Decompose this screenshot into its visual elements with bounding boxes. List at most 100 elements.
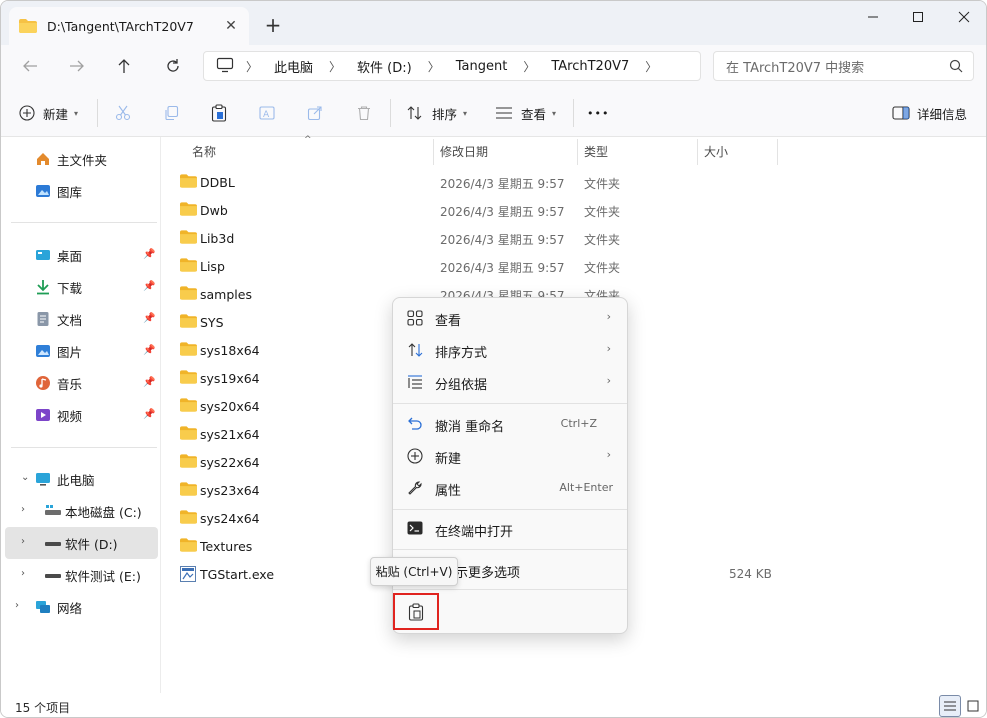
menu-item-new[interactable]: 新建 › bbox=[397, 440, 625, 472]
folder-icon bbox=[19, 19, 37, 33]
file-name: Textures bbox=[200, 539, 253, 554]
sidebar-item-pictures[interactable]: 图片 📌 bbox=[1, 335, 157, 367]
sidebar-item-music[interactable]: 音乐 📌 bbox=[1, 367, 157, 399]
close-tab-icon[interactable]: ✕ bbox=[219, 14, 243, 38]
sidebar-item-documents[interactable]: 文档 📌 bbox=[1, 303, 157, 335]
search-input[interactable]: 在 TArchT20V7 中搜索 bbox=[713, 51, 974, 81]
column-divider[interactable] bbox=[577, 139, 578, 165]
exe-file-icon bbox=[180, 566, 196, 585]
back-button[interactable] bbox=[15, 53, 45, 79]
file-name: Dwb bbox=[200, 203, 228, 218]
chevron-right-icon[interactable]: › bbox=[15, 600, 19, 611]
column-header-type[interactable]: 类型 bbox=[584, 137, 608, 165]
menu-item-undo[interactable]: 撤消 重命名 Ctrl+Z bbox=[397, 408, 625, 440]
details-view-button[interactable] bbox=[939, 695, 961, 717]
rename-button[interactable]: A bbox=[259, 101, 277, 125]
paste-toolbar-button[interactable] bbox=[211, 101, 227, 125]
breadcrumb-this-pc[interactable]: 此电脑 bbox=[270, 57, 317, 76]
delete-button[interactable] bbox=[356, 101, 372, 125]
sidebar-item-drive-e[interactable]: › 软件测试 (E:) bbox=[1, 559, 157, 591]
sidebar-item-this-pc[interactable]: ⌄ 此电脑 bbox=[1, 463, 157, 495]
sidebar-item-home[interactable]: 主文件夹 bbox=[1, 143, 157, 175]
column-divider[interactable] bbox=[777, 139, 778, 165]
drive-icon bbox=[45, 505, 61, 515]
sort-icon bbox=[408, 343, 423, 357]
download-icon bbox=[37, 280, 49, 295]
new-tab-button[interactable]: + bbox=[259, 11, 287, 39]
menu-item-group-by[interactable]: 分组依据 › bbox=[397, 366, 625, 398]
chevron-right-icon[interactable]: › bbox=[21, 568, 25, 579]
table-row[interactable]: Lib3d 2026/4/3 星期五 9:57 文件夹 bbox=[161, 224, 986, 252]
file-name: sys18x64 bbox=[200, 343, 260, 358]
sidebar-item-desktop[interactable]: 桌面 📌 bbox=[1, 239, 157, 271]
sidebar-item-videos[interactable]: 视频 📌 bbox=[1, 399, 157, 431]
arrow-left-icon bbox=[23, 60, 37, 72]
paste-tooltip: 粘贴 (Ctrl+V) bbox=[370, 557, 458, 586]
menu-item-open-terminal[interactable]: 在终端中打开 bbox=[397, 513, 625, 545]
new-button[interactable]: 新建 ▾ bbox=[19, 101, 78, 125]
pin-icon[interactable]: 📌 bbox=[143, 249, 155, 260]
pin-icon[interactable]: 📌 bbox=[143, 377, 155, 388]
videos-icon bbox=[36, 409, 50, 421]
address-bar[interactable]: 〉 此电脑 〉 软件 (D:) 〉 Tangent 〉 TArchT20V7 〉 bbox=[203, 51, 701, 81]
chevron-right-icon[interactable]: › bbox=[21, 536, 25, 547]
details-pane-button[interactable]: 详细信息 bbox=[892, 101, 967, 125]
folder-icon bbox=[180, 258, 197, 275]
sidebar-item-downloads[interactable]: 下载 📌 bbox=[1, 271, 157, 303]
share-button[interactable] bbox=[307, 101, 323, 125]
chevron-down-icon[interactable]: ⌄ bbox=[21, 472, 29, 483]
column-header-name[interactable]: 名称 bbox=[192, 137, 216, 165]
sidebar-item-gallery[interactable]: 图库 bbox=[1, 175, 157, 207]
column-divider[interactable] bbox=[433, 139, 434, 165]
tiles-view-button[interactable] bbox=[962, 695, 984, 717]
close-window-button[interactable] bbox=[941, 1, 986, 33]
sidebar-divider bbox=[11, 222, 157, 223]
column-divider[interactable] bbox=[697, 139, 698, 165]
breadcrumb-drive-d[interactable]: 软件 (D:) bbox=[353, 57, 416, 76]
menu-item-properties[interactable]: 属性 Alt+Enter bbox=[397, 472, 625, 504]
menu-item-label: 新建 bbox=[435, 452, 462, 467]
minimize-button[interactable] bbox=[850, 1, 896, 33]
sidebar-item-drive-d[interactable]: › 软件 (D:) bbox=[5, 527, 158, 559]
shortcut-label: Alt+Enter bbox=[559, 481, 613, 494]
breadcrumb-tangent[interactable]: Tangent bbox=[452, 59, 512, 74]
toolbar-divider bbox=[390, 99, 391, 127]
chevron-right-icon[interactable]: › bbox=[21, 504, 25, 515]
pin-icon[interactable]: 📌 bbox=[143, 313, 155, 324]
breadcrumb-expand-icon[interactable]: 〉 bbox=[633, 58, 669, 75]
menu-item-sort-by[interactable]: 排序方式 › bbox=[397, 334, 625, 366]
menu-item-view[interactable]: 查看 › bbox=[397, 302, 625, 334]
table-row[interactable]: DDBL 2026/4/3 星期五 9:57 文件夹 bbox=[161, 168, 986, 196]
home-icon bbox=[37, 153, 49, 165]
tab-current-folder[interactable]: D:\Tangent\TArchT20V7 ✕ bbox=[9, 7, 249, 45]
file-name: sys22x64 bbox=[200, 455, 260, 470]
paste-context-button[interactable] bbox=[393, 593, 439, 630]
pin-icon[interactable]: 📌 bbox=[143, 409, 155, 420]
cut-button[interactable] bbox=[115, 101, 131, 125]
up-button[interactable] bbox=[109, 53, 139, 79]
copy-button[interactable] bbox=[163, 101, 179, 125]
pin-icon[interactable]: 📌 bbox=[143, 345, 155, 356]
search-icon bbox=[949, 59, 963, 73]
sidebar-item-label: 软件 (D:) bbox=[65, 536, 118, 552]
close-icon bbox=[958, 11, 970, 23]
folder-icon bbox=[180, 286, 197, 303]
file-size: 524 KB bbox=[729, 567, 772, 581]
menu-separator bbox=[393, 403, 627, 404]
sidebar-item-network[interactable]: › 网络 bbox=[1, 591, 157, 623]
table-row[interactable]: Dwb 2026/4/3 星期五 9:57 文件夹 bbox=[161, 196, 986, 224]
pin-icon[interactable]: 📌 bbox=[143, 281, 155, 292]
column-header-size[interactable]: 大小 bbox=[704, 137, 728, 165]
table-row[interactable]: Lisp 2026/4/3 星期五 9:57 文件夹 bbox=[161, 252, 986, 280]
column-header-date[interactable]: 修改日期 bbox=[440, 137, 488, 165]
folder-icon bbox=[180, 398, 197, 415]
sidebar-item-drive-c[interactable]: › 本地磁盘 (C:) bbox=[1, 495, 157, 527]
more-options-button[interactable]: ••• bbox=[587, 101, 609, 125]
refresh-button[interactable] bbox=[158, 53, 188, 79]
view-button[interactable]: 查看 ▾ bbox=[495, 101, 556, 125]
sort-button[interactable]: 排序 ▾ bbox=[406, 101, 467, 125]
file-type: 文件夹 bbox=[584, 233, 621, 247]
breadcrumb-tarcht20v7[interactable]: TArchT20V7 bbox=[547, 59, 633, 74]
forward-button[interactable] bbox=[62, 53, 92, 79]
maximize-button[interactable] bbox=[895, 1, 941, 33]
